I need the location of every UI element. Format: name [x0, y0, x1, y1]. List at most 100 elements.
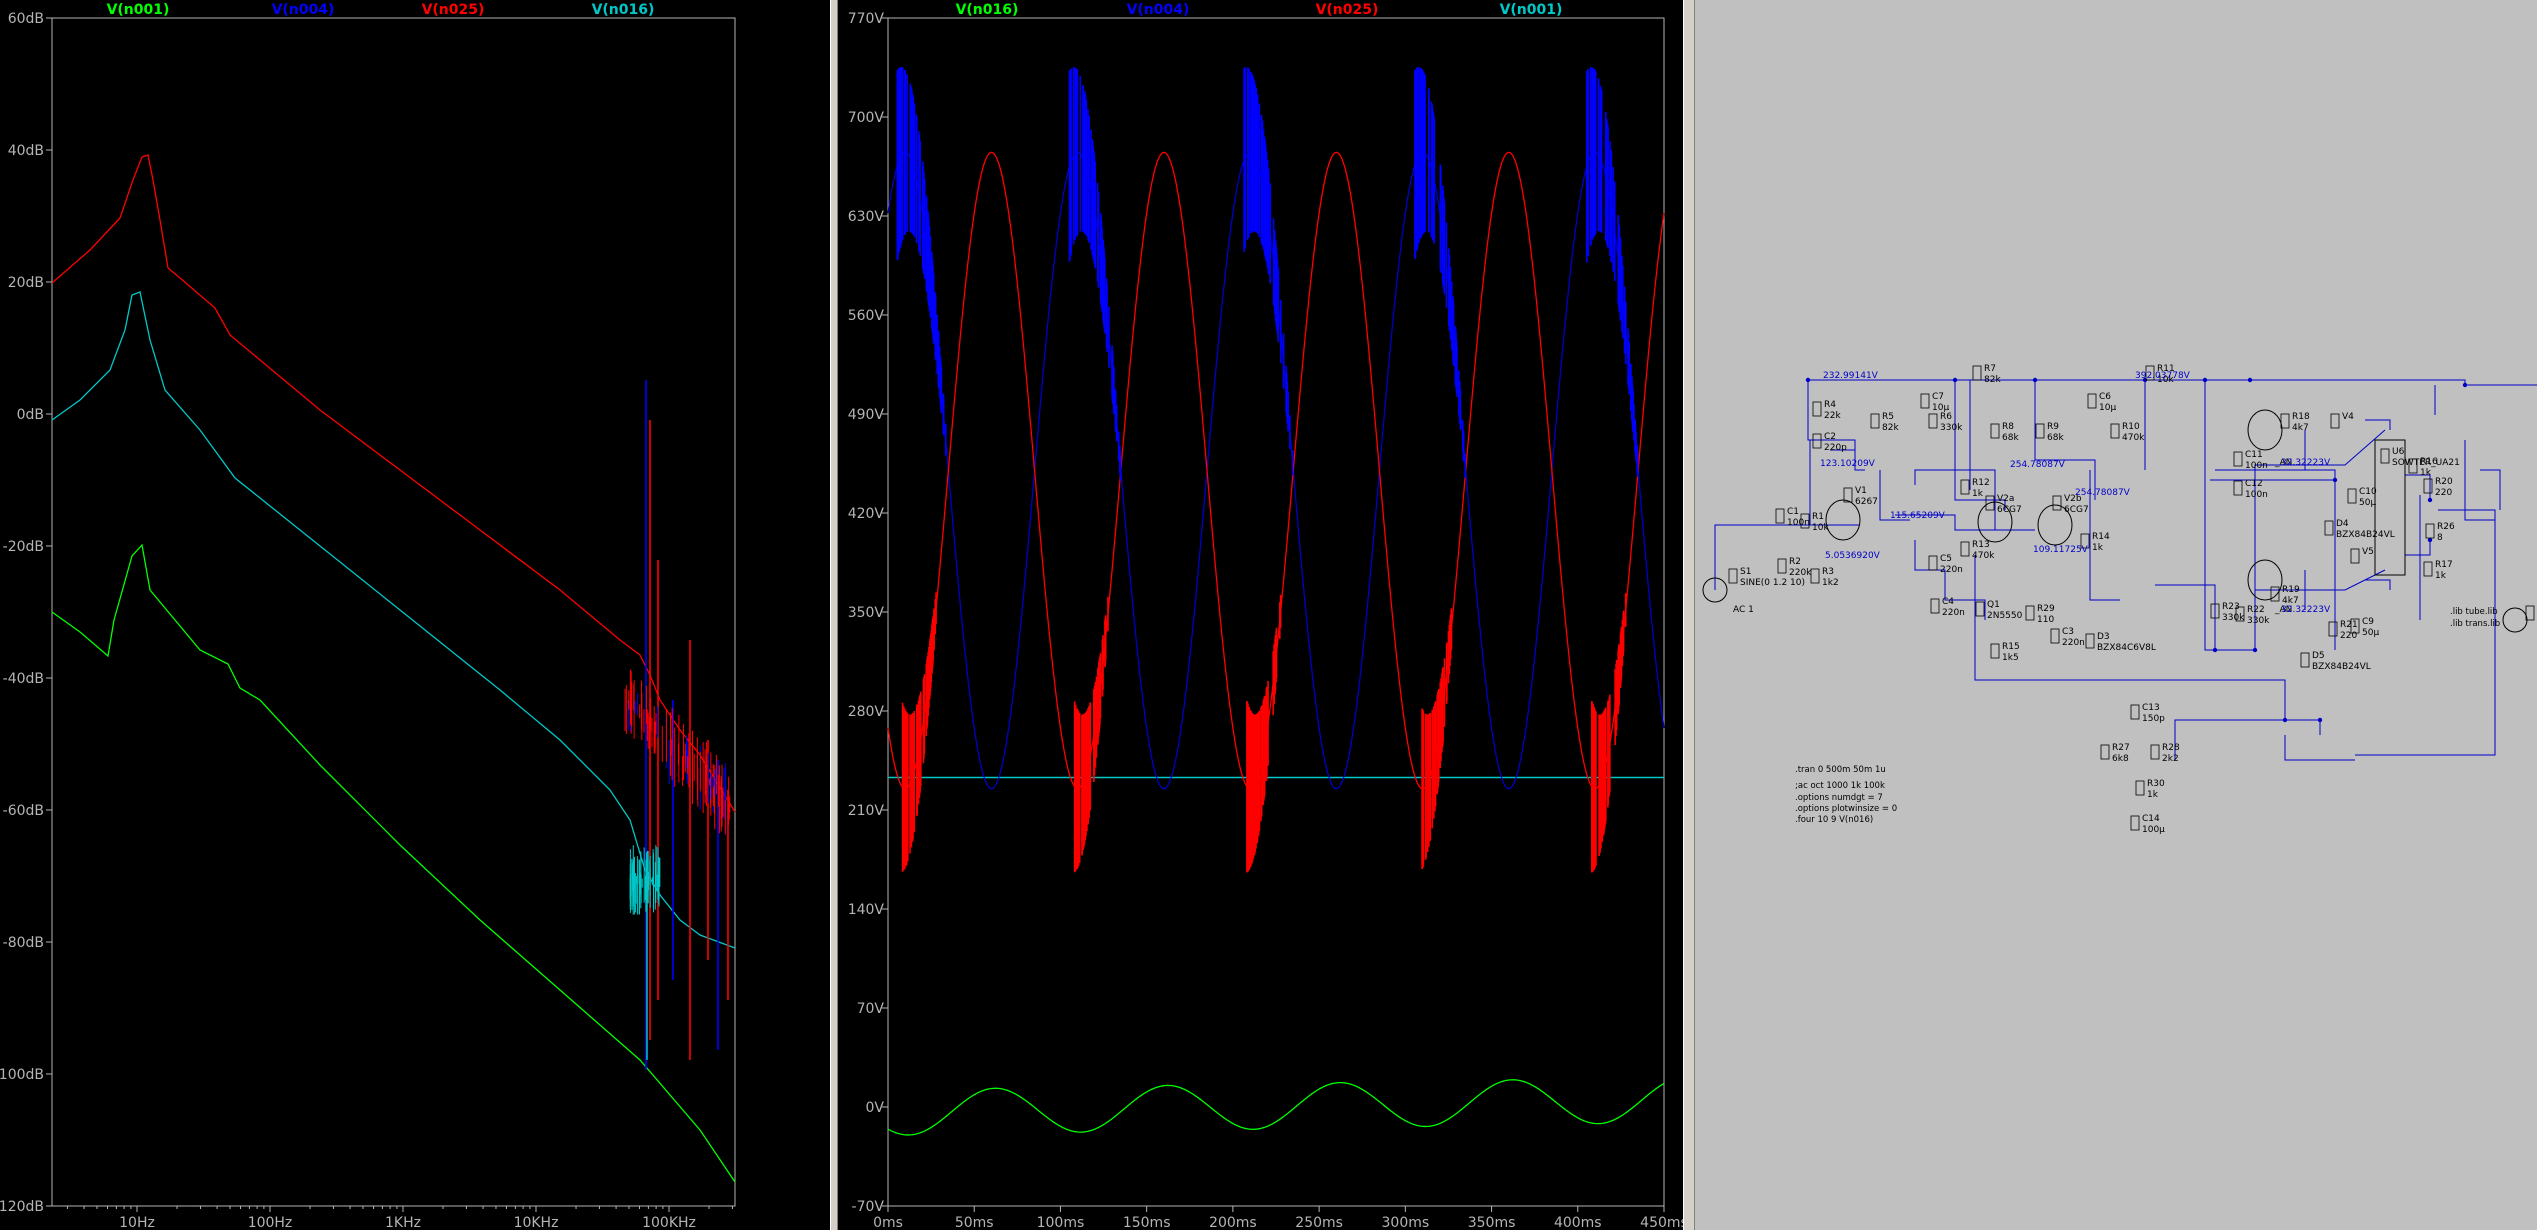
component-c10[interactable]: C1050µ: [2347, 487, 2377, 508]
ac-legend-entry[interactable]: V(n001): [107, 2, 170, 18]
component-r7[interactable]: R782k: [1972, 364, 2001, 385]
component-c14[interactable]: C14100µ: [2130, 814, 2165, 835]
component-u6[interactable]: U6SOWTER_UA21: [2380, 447, 2460, 468]
component-ref: C1: [1787, 507, 1799, 517]
component-r3[interactable]: R31k2: [1810, 567, 1839, 588]
schematic-wire: [1807, 380, 1865, 471]
ac-legend[interactable]: V(n001) V(n004) V(n025) V(n016): [107, 2, 655, 18]
node-voltage-label: 123.10209V: [1820, 459, 1876, 469]
component-r29[interactable]: R29110: [2025, 604, 2055, 625]
component-s2[interactable]: S2460: [2525, 604, 2537, 625]
transient-plot-svg[interactable]: 770V 700V 630V 560V 490V 420V 350V 280V 210V 140V…: [838, 0, 1683, 1230]
component-value: 150p: [2142, 714, 2165, 724]
ac-x-tick-label: 1KHz: [385, 1215, 421, 1230]
component-value: 330k: [2247, 616, 2270, 626]
component-ref: R10: [2122, 422, 2140, 432]
component-v4[interactable]: V4: [2330, 412, 2354, 429]
component-symbol: [1775, 508, 1785, 524]
spice-directive: .four 10 9 V(n016): [1795, 815, 1873, 825]
component-d5[interactable]: D5BZX84B24VL: [2300, 651, 2371, 672]
component-symbol: [1777, 558, 1787, 574]
schematic-pane[interactable]: R7 82k R11 10k R4 22k C2 220p R5 82k R6 330k C7 10µ R8…: [1695, 0, 2537, 1230]
ac-legend-entry[interactable]: V(n025): [422, 2, 485, 18]
component-r27[interactable]: R276k8: [2100, 743, 2130, 764]
component-r10[interactable]: R10470k: [2110, 422, 2145, 443]
component-ref: C7: [1932, 392, 1944, 402]
component-d4[interactable]: D4BZX84B24VL: [2324, 519, 2395, 540]
component-v5[interactable]: V5: [2350, 547, 2374, 564]
component-r18[interactable]: R184k7: [2280, 412, 2310, 433]
component-symbol: [1972, 365, 1982, 381]
ac-plot-svg[interactable]: 60dB 40dB 20dB 0dB -20dB -40dB -60dB -80dB -100d…: [0, 0, 830, 1230]
component-r23[interactable]: R23330k: [2210, 602, 2245, 623]
ac-x-tick-label: 100KHz: [642, 1215, 696, 1230]
component-c5[interactable]: C5220n: [1928, 554, 1963, 575]
component-value: BZX84B24VL: [2312, 662, 2371, 672]
component-r15[interactable]: R151k5: [1990, 642, 2020, 663]
component-r9[interactable]: R968k: [2035, 422, 2064, 443]
component-value: 1k2: [1822, 578, 1839, 588]
ac-trace-v-n001: [51, 543, 736, 1183]
component-c7[interactable]: C710µ: [1920, 392, 1949, 413]
component-value: 1k5: [2002, 653, 2019, 663]
component-c2[interactable]: C2220p: [1812, 432, 1847, 453]
component-r21[interactable]: R21220: [2328, 620, 2358, 641]
component-symbol: [2380, 448, 2390, 464]
component-r30[interactable]: R301k: [2135, 779, 2165, 800]
component-ref: C14: [2142, 814, 2160, 824]
component-symbol: [2085, 633, 2095, 649]
component-symbol: [2328, 621, 2338, 637]
component-r17[interactable]: R171k: [2423, 560, 2453, 581]
component-ref: R15: [2002, 642, 2020, 652]
transient-legend-entry[interactable]: V(n004): [1127, 2, 1190, 18]
transient-plot-pane[interactable]: 770V 700V 630V 560V 490V 420V 350V 280V 210V 140V…: [838, 0, 1683, 1230]
schematic-wire: [1974, 555, 2286, 720]
ac-plot-pane[interactable]: 60dB 40dB 20dB 0dB -20dB -40dB -60dB -80dB -100d…: [0, 0, 830, 1230]
lib-directive: .lib trans.lib: [2450, 619, 2500, 629]
schematic-junction: [2332, 477, 2338, 483]
ac-legend-entry[interactable]: V(n016): [592, 2, 655, 18]
transient-y-tick-label: 490V: [848, 407, 885, 423]
component-value: 110: [2037, 615, 2054, 625]
ac-legend-entry[interactable]: V(n004): [272, 2, 335, 18]
component-symbol: [2280, 413, 2290, 429]
component-c12[interactable]: C12100n: [2233, 479, 2268, 500]
component-c3[interactable]: C3220n: [2050, 627, 2085, 648]
component-ref: R26: [2437, 522, 2455, 532]
component-value: 10µ: [2099, 403, 2116, 413]
component-value: 1k: [2435, 571, 2447, 581]
component-r13[interactable]: R13470k: [1960, 540, 1995, 561]
component-r5[interactable]: R582k: [1870, 412, 1899, 433]
component-c6[interactable]: C610µ: [2087, 392, 2116, 413]
component-c13[interactable]: C13150p: [2130, 703, 2165, 724]
transient-legend-entry[interactable]: V(n016): [956, 2, 1019, 18]
component-ref: R30: [2147, 779, 2165, 789]
component-q1[interactable]: Q12N5550: [1975, 600, 2023, 621]
component-v1[interactable]: V16267: [1843, 486, 1878, 507]
transient-legend[interactable]: V(n016) V(n004) V(n025) V(n001): [956, 2, 1563, 18]
component-r20[interactable]: R20220: [2423, 477, 2453, 498]
component-c11[interactable]: C11100n: [2233, 450, 2268, 471]
component-r2[interactable]: R2220k: [1777, 557, 1812, 578]
pane-splitter-right[interactable]: [1683, 0, 1695, 1230]
schematic-svg[interactable]: R782kR1110kR422kC2220pR582kR6330kC710µR8…: [1695, 0, 2537, 1230]
component-r28[interactable]: R282k2: [2150, 743, 2180, 764]
ac-y-tick-label: -20dB: [3, 539, 44, 555]
ac-y-tick-label: 20dB: [8, 275, 44, 291]
component-r6[interactable]: R6330k: [1928, 412, 1963, 433]
component-r12[interactable]: R121k: [1960, 478, 1990, 499]
schematic-wire: [2174, 719, 2321, 760]
transient-y-tick-label: 700V: [848, 110, 885, 126]
schematic-wire: [2480, 469, 2501, 510]
component-value: 1k: [2092, 543, 2104, 553]
transient-legend-entry[interactable]: V(n001): [1500, 2, 1563, 18]
component-r8[interactable]: R868k: [1990, 422, 2019, 443]
component-d3[interactable]: D3BZX84C6V8L: [2085, 632, 2156, 653]
pane-splitter-left[interactable]: [830, 0, 838, 1230]
transient-legend-entry[interactable]: V(n025): [1316, 2, 1379, 18]
component-value: 470k: [1972, 551, 1995, 561]
component-r4[interactable]: R422k: [1812, 400, 1841, 421]
lib-directive: .lib tube.lib: [2450, 607, 2498, 617]
component-ref: D5: [2312, 651, 2325, 661]
component-value: 6267: [1855, 497, 1878, 507]
